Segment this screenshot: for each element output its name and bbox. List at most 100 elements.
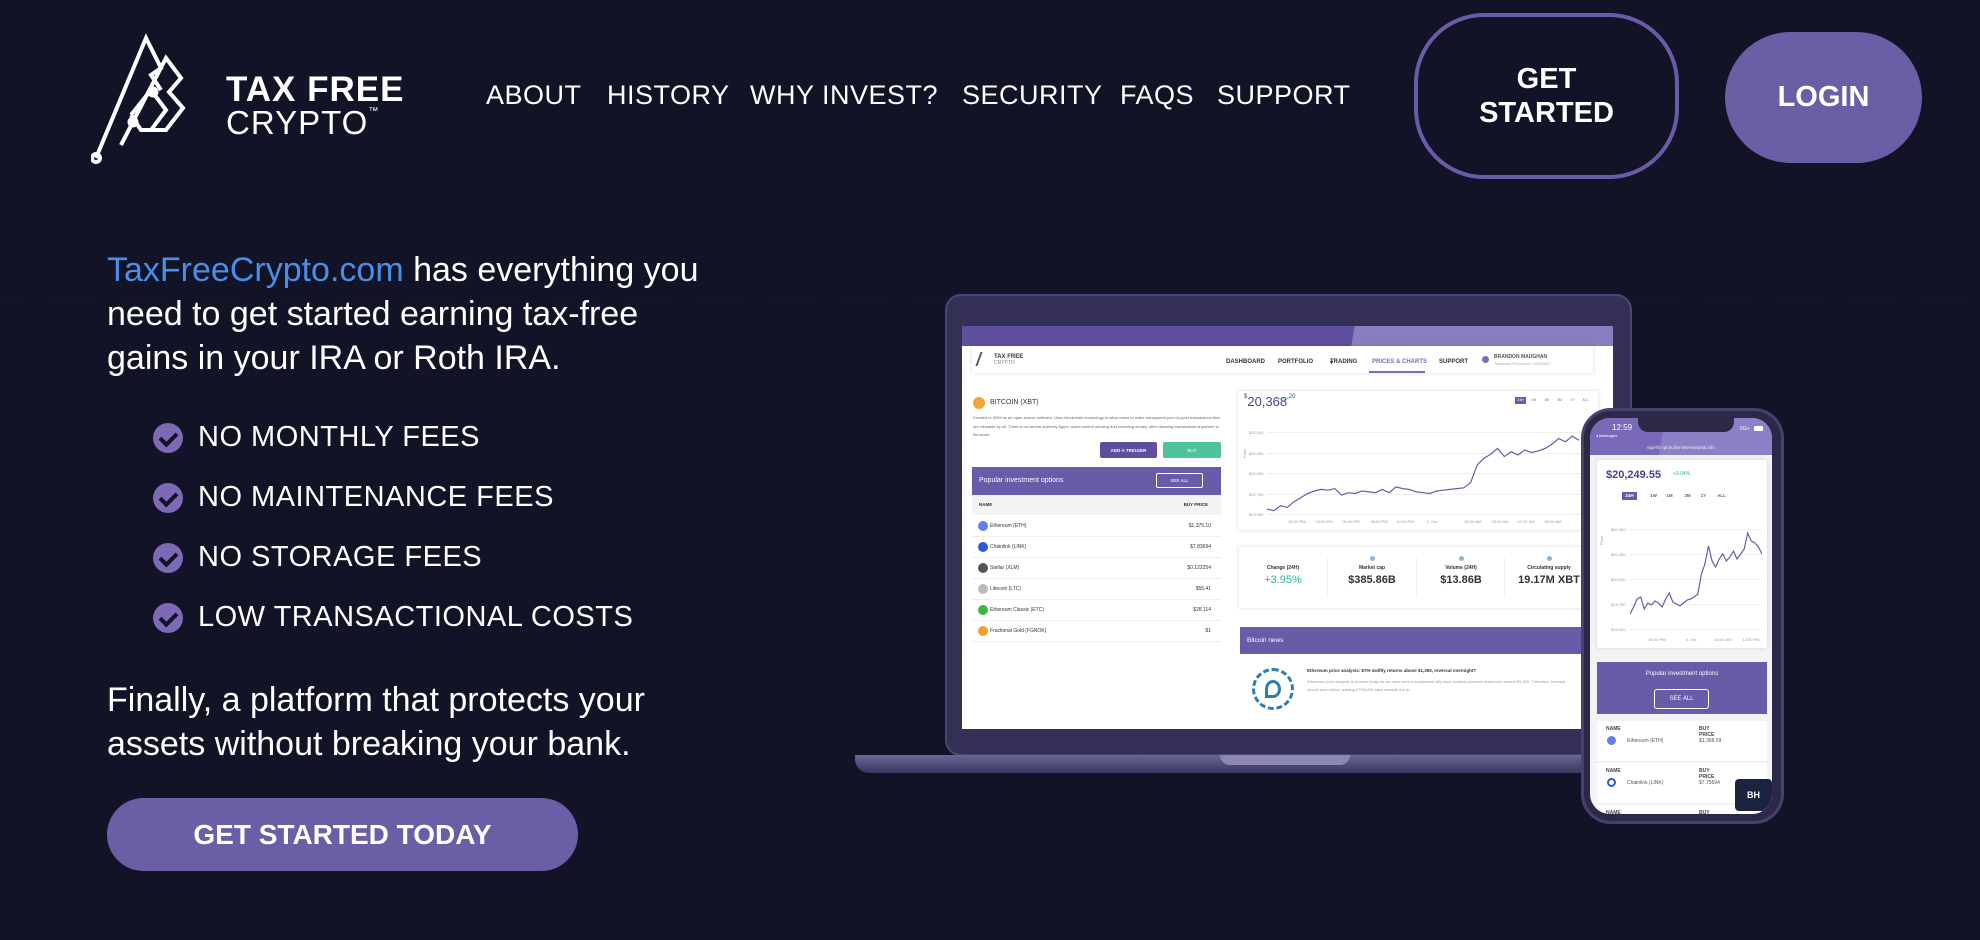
range-1m[interactable]: 1M: [1541, 397, 1552, 404]
feature-item: NO MAINTENANCE FEES: [198, 481, 554, 513]
table-row[interactable]: Chainlink (LINK) $7.83694: [972, 537, 1221, 558]
y-tick-label: $20,250: [1611, 552, 1626, 557]
coin-icon: [978, 563, 988, 573]
chart-change: +3.91%: [1275, 396, 1289, 401]
user-account: Traditional IRA Account • 205345227: [1494, 362, 1551, 366]
x-tick-label: 06:00 AM: [1714, 637, 1732, 642]
hero-closing: Finally, a platform that protects your as…: [107, 681, 645, 763]
nav-security[interactable]: SECURITY: [962, 80, 1103, 111]
coin-icon: [978, 584, 988, 594]
coin-name: Litecoin (LTC): [990, 586, 1022, 592]
y-tick-label: $20,250: [1249, 450, 1264, 456]
y-tick-label: $20,000: [1249, 471, 1264, 476]
nav-history[interactable]: HISTORY: [607, 80, 730, 111]
table-row[interactable]: Fractional Gold (FGNOK) $1: [972, 621, 1221, 642]
y-tick-label: $19,500: [1611, 627, 1626, 632]
back-to-messages[interactable]: ◂ Messages: [1596, 433, 1617, 438]
popular-title: Popular investment options: [979, 477, 1064, 484]
hero-lead: TaxFreeCrypto.com has everything you nee…: [107, 251, 699, 377]
col-buy-price: BUY PRICE: [1699, 726, 1715, 738]
phone-popular-title: Popular investment options: [1645, 671, 1719, 677]
x-tick-label: 09:00 AM: [1544, 519, 1562, 524]
x-tick-label: 04:00 PM: [1315, 519, 1333, 524]
check-circle-icon: [153, 423, 183, 453]
col-name: NAME: [1606, 768, 1621, 774]
bh-badge[interactable]: BH: [1735, 779, 1772, 811]
price-line: [1630, 531, 1762, 615]
info-icon: [1459, 556, 1464, 561]
coin-icon: [978, 521, 988, 531]
stat-value: $385.86B: [1348, 574, 1396, 586]
nav-faqs[interactable]: FAQS: [1120, 80, 1194, 111]
app-nav-portfolio[interactable]: PORTFOLIO: [1278, 359, 1313, 365]
coin-price: $1,375.10: [1188, 523, 1211, 529]
x-tick-label: 06:00 PM: [1648, 637, 1666, 642]
app-nav-prices-charts[interactable]: PRICES & CHARTS: [1372, 359, 1427, 365]
user-name[interactable]: BRANDON MAUGHAN: [1494, 354, 1547, 360]
get-started-button[interactable]: GET STARTED: [1414, 13, 1679, 179]
news-headline[interactable]: Ethereum price analysis: ETH swiftly ret…: [1307, 668, 1476, 673]
app-nav-support[interactable]: SUPPORT: [1439, 359, 1468, 365]
x-tick-label: 02:00 PM: [1288, 519, 1306, 524]
info-icon: [1547, 556, 1552, 561]
phone-range-1m[interactable]: 1M: [1663, 492, 1676, 500]
price-line: [1267, 435, 1579, 512]
phone-list-item[interactable]: [1597, 721, 1767, 762]
range-3m[interactable]: 3M: [1554, 397, 1565, 404]
site-link[interactable]: TaxFreeCrypto.com: [107, 251, 404, 289]
range-1w[interactable]: 1W: [1528, 397, 1539, 404]
phone-range-24h[interactable]: 24H: [1622, 492, 1637, 500]
coin-description: Created in 2009 as an open-source softwa…: [973, 415, 1220, 437]
coin-icon: [1607, 736, 1616, 745]
feature-item: NO MONTHLY FEES: [198, 421, 480, 453]
get-started-label: GET STARTED: [1479, 63, 1614, 129]
popular-header: Popular investment options SEE ALL: [972, 467, 1221, 495]
app-nav-dashboard[interactable]: DASHBOARD: [1226, 359, 1265, 365]
nav-why-invest[interactable]: WHY INVEST?: [750, 80, 938, 111]
app-nav-trading[interactable]: TRADING ▾: [1330, 359, 1357, 366]
stat-label: Volume (24H): [1445, 565, 1477, 571]
nav-about[interactable]: ABOUT: [486, 80, 582, 111]
feature-item: NO STORAGE FEES: [198, 541, 483, 573]
active-tab-underline: [1369, 371, 1425, 373]
coin-icon: [978, 626, 988, 636]
col-buy-price: BUY PRICE: [1699, 810, 1710, 814]
get-started-today-button[interactable]: GET STARTED TODAY: [107, 798, 578, 871]
logo[interactable]: TAX FREE CRYPTO™: [91, 30, 451, 165]
add-trigger-button[interactable]: ADD A TRIGGER: [1100, 442, 1157, 458]
table-row[interactable]: Stellar (XLM) $0.122254: [972, 558, 1221, 579]
phone-see-all-button[interactable]: SEE ALL: [1654, 689, 1709, 709]
y-axis-label: Price: [1242, 448, 1248, 459]
col-name: NAME: [1606, 726, 1621, 732]
phone-price-line-chart: [1630, 531, 1762, 615]
login-button[interactable]: LOGIN: [1725, 32, 1922, 163]
phone-range-1y[interactable]: 1Y: [1697, 492, 1710, 500]
coin-name: Fractional Gold (FGNOK): [990, 628, 1047, 634]
see-all-button[interactable]: SEE ALL: [1156, 473, 1203, 488]
x-tick-label: 07:00 AM: [1517, 519, 1535, 524]
coin-name: Stellar (XLM): [990, 565, 1020, 571]
url-bar[interactable]: eqd-tfc-qa.bullioninternational.info: [1590, 445, 1772, 450]
y-tick-label: $19,750: [1611, 602, 1626, 607]
phone-range-3m[interactable]: 3M: [1681, 492, 1694, 500]
table-row[interactable]: Litecoin (LTC) $55.41: [972, 579, 1221, 600]
col-buy-price: BUY PRICE: [1699, 768, 1715, 780]
table-row[interactable]: Ethereum Classic (ETC) $28.114: [972, 600, 1221, 621]
divider: [1416, 558, 1417, 598]
range-all[interactable]: ALL: [1580, 397, 1591, 404]
x-tick-label: 10:00 PM: [1396, 519, 1414, 524]
table-row[interactable]: Ethereum (ETH) $1,375.10: [972, 516, 1221, 537]
x-tick-label: 03:00 AM: [1464, 519, 1482, 524]
buy-button[interactable]: BUY: [1163, 442, 1221, 458]
range-1y[interactable]: 1Y: [1567, 397, 1578, 404]
stat-label: Circulating supply: [1527, 565, 1571, 571]
logo-mark-icon: [91, 33, 186, 164]
phone-range-1w[interactable]: 1W: [1647, 492, 1660, 500]
range-24h[interactable]: 24H: [1515, 397, 1526, 404]
coin-price: $55.41: [1195, 586, 1211, 592]
divider: [1327, 558, 1328, 598]
nav-support[interactable]: SUPPORT: [1217, 80, 1351, 111]
phone-price: $20,249.55: [1606, 469, 1662, 481]
phone-range-all[interactable]: ALL: [1715, 492, 1728, 500]
stat-value: $13.86B: [1440, 574, 1482, 586]
